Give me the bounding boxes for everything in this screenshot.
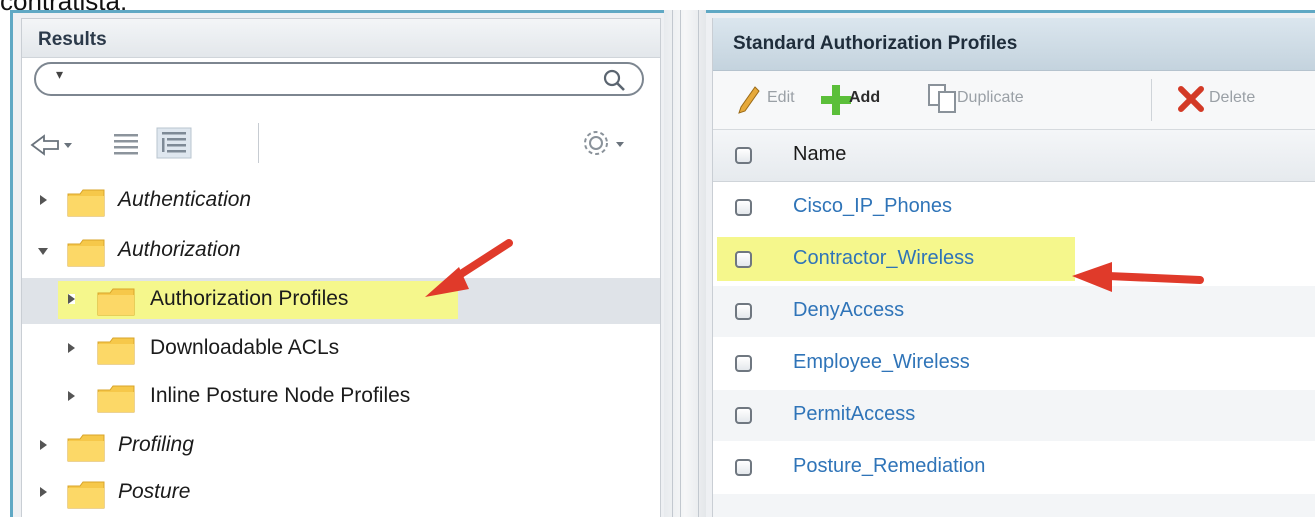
results-title: Results — [38, 29, 107, 50]
annotation-arrow-icon — [1072, 262, 1204, 292]
row-checkbox[interactable] — [735, 459, 752, 476]
table-row[interactable]: Cisco_IP_Phones — [713, 182, 1315, 233]
duplicate-button[interactable]: Duplicate — [909, 81, 1119, 119]
tree-item-posture[interactable]: Posture — [22, 471, 660, 517]
folder-icon — [67, 481, 105, 509]
folder-icon — [97, 337, 135, 365]
collapse-arrow-icon[interactable] — [38, 248, 48, 255]
profile-link[interactable]: PermitAccess — [793, 403, 915, 426]
expand-arrow-icon[interactable] — [40, 487, 47, 497]
tree-item-label: Authorization Profiles — [150, 287, 349, 310]
panel-splitter[interactable] — [664, 10, 706, 517]
gear-icon[interactable] — [578, 125, 628, 161]
folder-icon — [67, 239, 105, 267]
annotation-arrow-icon — [425, 239, 513, 297]
tree-item-label: Authentication — [118, 188, 252, 211]
toolbar-separator — [1151, 79, 1152, 121]
table-row-empty — [713, 494, 1315, 517]
tree-toolbar — [22, 119, 660, 175]
expand-arrow-icon[interactable] — [40, 195, 47, 205]
table-row[interactable]: PermitAccess — [713, 390, 1315, 441]
profile-link[interactable]: Posture_Remediation — [793, 455, 985, 478]
row-checkbox[interactable] — [735, 303, 752, 320]
profiles-panel: Standard Authorization Profiles Edit Add… — [712, 18, 1315, 517]
folder-icon — [67, 434, 105, 462]
profiles-title: Standard Authorization Profiles — [733, 33, 1018, 54]
expand-arrow-icon[interactable] — [68, 391, 75, 401]
row-checkbox[interactable] — [735, 199, 752, 216]
splitter-line — [698, 10, 699, 517]
search-input[interactable]: ▾ — [34, 62, 644, 96]
add-label: Add — [849, 89, 881, 106]
tree-item-label: Downloadable ACLs — [150, 336, 340, 359]
tree-item-profiling[interactable]: Profiling — [22, 424, 660, 470]
name-column-header[interactable]: Name — [793, 143, 846, 166]
edit-label: Edit — [767, 89, 795, 106]
table-row[interactable]: Posture_Remediation — [713, 442, 1315, 493]
splitter-line — [680, 10, 681, 517]
folder-icon — [97, 385, 135, 413]
tree-item-label: Profiling — [118, 433, 194, 456]
table-header: Name — [713, 130, 1315, 182]
toolbar-separator — [258, 123, 259, 163]
tree-view-icon[interactable] — [156, 127, 192, 159]
select-all-checkbox[interactable] — [735, 147, 752, 164]
expand-arrow-icon[interactable] — [68, 294, 75, 304]
tree-item-label: Posture — [118, 480, 191, 503]
duplicate-icon — [928, 84, 956, 113]
expand-arrow-icon[interactable] — [68, 343, 75, 353]
profiles-header: Standard Authorization Profiles — [713, 18, 1315, 71]
profile-link[interactable]: DenyAccess — [793, 299, 904, 322]
profile-link[interactable]: Employee_Wireless — [793, 351, 970, 374]
folder-icon — [67, 189, 105, 217]
tree-item-authentication[interactable]: Authentication — [22, 179, 660, 225]
back-arrow-icon[interactable] — [30, 133, 74, 157]
tree-item-authorization[interactable]: Authorization — [22, 229, 660, 275]
folder-icon — [97, 288, 135, 316]
profile-link[interactable]: Contractor_Wireless — [793, 247, 974, 270]
expand-arrow-icon[interactable] — [40, 440, 47, 450]
tree-item-downloadable-acls[interactable]: Downloadable ACLs — [22, 327, 660, 373]
splitter-line — [672, 10, 673, 517]
tree-item-label: Authorization — [118, 238, 241, 261]
row-checkbox[interactable] — [735, 251, 752, 268]
profiles-toolbar: Edit Add Duplicate Delete — [713, 71, 1315, 130]
delete-x-icon — [1178, 86, 1204, 112]
search-dropdown-caret-icon[interactable]: ▾ — [56, 66, 63, 83]
search-icon[interactable] — [602, 68, 626, 92]
table-row[interactable]: Employee_Wireless — [713, 338, 1315, 389]
delete-label: Delete — [1209, 89, 1256, 106]
tree-item-label: Inline Posture Node Profiles — [150, 384, 411, 407]
add-button[interactable]: Add — [817, 81, 907, 119]
results-header: Results — [22, 19, 660, 58]
table-row-highlighted[interactable]: Contractor_Wireless — [713, 234, 1315, 285]
delete-button[interactable]: Delete — [1173, 81, 1303, 119]
list-view-icon[interactable] — [112, 131, 140, 157]
table-row[interactable]: DenyAccess — [713, 286, 1315, 337]
duplicate-label: Duplicate — [957, 89, 1024, 106]
pencil-icon — [738, 86, 760, 114]
row-checkbox[interactable] — [735, 407, 752, 424]
profile-link[interactable]: Cisco_IP_Phones — [793, 195, 952, 218]
plus-icon — [821, 85, 851, 115]
tree-item-inline-posture-node-profiles[interactable]: Inline Posture Node Profiles — [22, 375, 660, 421]
edit-button[interactable]: Edit — [733, 81, 813, 119]
tree-item-authorization-profiles[interactable]: Authorization Profiles — [22, 278, 660, 324]
results-panel: Results ▾ Authentication Authorization A… — [21, 18, 661, 517]
row-checkbox[interactable] — [735, 355, 752, 372]
